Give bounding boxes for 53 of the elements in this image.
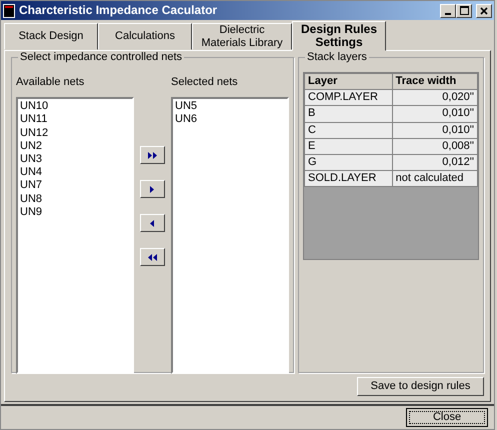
table-cell: SOLD.LAYER: [304, 170, 392, 187]
app-icon: [3, 4, 15, 18]
list-item[interactable]: UN6: [175, 113, 285, 127]
available-nets-list[interactable]: UN10 UN11 UN12 UN2 UN3 UN4 UN7 UN8 UN9: [16, 97, 134, 374]
column-header: Trace width: [392, 74, 478, 90]
list-label: Selected nets: [171, 76, 239, 90]
table-cell: COMP.LAYER: [304, 90, 392, 106]
double-left-arrow-icon: [148, 254, 158, 260]
table-cell: E: [304, 138, 392, 154]
list-item[interactable]: UN8: [20, 192, 130, 206]
remove-button[interactable]: [140, 214, 165, 232]
list-label: Available nets: [16, 76, 86, 90]
add-button[interactable]: [140, 180, 165, 198]
table-cell: 0,008'': [392, 138, 478, 154]
list-item[interactable]: UN11: [20, 113, 130, 127]
add-all-button[interactable]: [140, 146, 165, 164]
right-arrow-icon: [150, 186, 155, 192]
tab[interactable]: Stack Design: [4, 23, 98, 50]
close-window-button[interactable]: [476, 4, 492, 18]
column-header: Layer: [304, 74, 392, 90]
maximize-icon: [460, 6, 468, 15]
table-cell: C: [304, 122, 392, 138]
list-item[interactable]: UN3: [20, 152, 130, 166]
table-cell: 0,010'': [392, 122, 478, 138]
tab[interactable]: Dielectric Materials Library: [192, 23, 292, 50]
left-arrow-icon: [150, 220, 155, 226]
group-title: Stack layers: [305, 51, 369, 64]
group-title: Select impedance controlled nets: [18, 51, 184, 64]
close-button[interactable]: Close: [406, 408, 488, 428]
list-item[interactable]: UN2: [20, 140, 130, 153]
minimize-icon: [445, 12, 451, 14]
double-right-arrow-icon: [148, 152, 158, 158]
table-cell: 0,012'': [392, 154, 478, 171]
remove-all-button[interactable]: [140, 248, 165, 266]
list-item[interactable]: UN9: [20, 206, 130, 219]
save-button[interactable]: Save to design rules: [357, 377, 484, 396]
table-cell: B: [304, 106, 392, 122]
table-cell: G: [304, 154, 392, 171]
window-title: Charcteristic Impedance Caculator: [19, 3, 218, 18]
list-item[interactable]: UN12: [20, 126, 130, 140]
table-cell: not calculated: [392, 170, 478, 187]
table-cell: 0,020'': [392, 90, 478, 106]
list-item[interactable]: UN4: [20, 166, 130, 180]
list-item[interactable]: UN5: [175, 100, 285, 114]
maximize-button[interactable]: [456, 4, 472, 18]
selected-nets-list[interactable]: UN5 UN6: [171, 97, 289, 374]
table-cell: 0,010'': [392, 106, 478, 122]
tab[interactable]: Design Rules Settings: [292, 21, 386, 51]
list-item[interactable]: UN10: [20, 100, 130, 114]
tab[interactable]: Calculations: [98, 23, 192, 50]
close-icon: [480, 6, 488, 14]
list-item[interactable]: UN7: [20, 179, 130, 192]
minimize-button[interactable]: [440, 4, 456, 18]
